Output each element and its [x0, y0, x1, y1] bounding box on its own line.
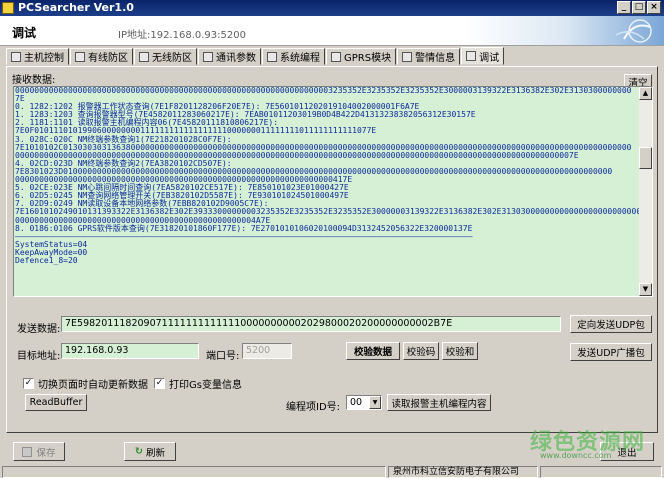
scroll-down-icon[interactable]: ▼ — [639, 283, 652, 296]
tab-host-control[interactable]: 主机控制 — [6, 48, 69, 65]
wireless-zone-icon — [139, 51, 149, 62]
chevron-down-icon[interactable]: ▼ — [369, 396, 381, 409]
status-cell-extra — [540, 466, 662, 478]
tab-wireless-zone[interactable]: 无线防区 — [134, 48, 197, 65]
send-udp-button[interactable]: 定向发送UDP包 — [570, 315, 652, 333]
tab-debug[interactable]: 调试 — [461, 47, 505, 65]
tab-wired-zone[interactable]: 有线防区 — [70, 48, 133, 65]
watermark-sub-text: www.downcc.com — [540, 451, 612, 460]
port-label: 端口号: — [206, 351, 240, 362]
comm-param-icon — [203, 51, 213, 62]
scroll-thumb[interactable] — [639, 147, 652, 169]
tab-comm-params[interactable]: 通讯参数 — [198, 48, 261, 65]
ip-address-label: IP地址:192.168.0.93:5200 — [118, 30, 246, 41]
read-buffer-button[interactable]: ReadBuffer — [25, 394, 87, 411]
system-program-icon — [267, 51, 277, 62]
receive-line: SystemStatus=04 — [15, 239, 88, 249]
program-id-select[interactable]: 00 ▼ — [346, 395, 382, 410]
target-address-input[interactable]: 192.168.0.93 — [61, 343, 199, 359]
status-company: 泉州市科立信安防电子有限公司 — [388, 466, 538, 478]
receive-textarea[interactable]: 0000000000000000000000000000000000000000… — [13, 86, 653, 297]
alarm-info-icon — [402, 51, 413, 62]
logo-icon — [615, 19, 652, 43]
send-data-input[interactable]: 7E59820111820907111111111111100000000002… — [61, 316, 561, 332]
target-address-label: 目标地址: — [17, 351, 61, 362]
print-gs-check-icon: ✓ — [154, 378, 165, 389]
print-gs-label: 打印Gs变量信息 — [169, 380, 242, 391]
receive-text: 0000000000000000000000000000000000000000… — [15, 87, 639, 296]
maximize-icon[interactable]: □ — [632, 1, 646, 14]
page-header: 调试 IP地址:192.168.0.93:5200 — [0, 16, 664, 46]
program-id-value: 00 — [350, 397, 363, 408]
tab-gprs-module[interactable]: GPRS模块 — [326, 48, 397, 65]
gear-icon — [466, 51, 477, 61]
auto-update-check-icon: ✓ — [23, 378, 34, 389]
scroll-up-icon[interactable]: ▲ — [639, 87, 652, 100]
send-broadcast-button[interactable]: 发送UDP广播包 — [570, 343, 652, 361]
print-gs-checkbox[interactable]: ✓ 打印Gs变量信息 — [154, 376, 242, 391]
read-program-button[interactable]: 读取报警主机编程内容 — [387, 394, 491, 411]
gprs-icon — [331, 51, 341, 62]
auto-update-checkbox[interactable]: ✓ 切换页面时自动更新数据 — [23, 376, 148, 391]
save-icon — [22, 446, 33, 457]
receive-line: KeepAwayMode=00 — [15, 247, 88, 257]
port-input[interactable]: 5200 — [242, 343, 292, 359]
receive-line: 0000000000000000000000000000000000000000… — [15, 87, 632, 95]
minimize-icon[interactable]: _ — [617, 1, 631, 14]
page-title: 调试 — [12, 26, 37, 40]
check-data-button[interactable]: 校验数据 — [346, 342, 400, 360]
refresh-button[interactable]: ↻ 刷新 — [124, 442, 176, 461]
receive-line: Defence1_8=20 — [15, 255, 78, 265]
checksum-sum-button[interactable]: 校验和 — [442, 342, 478, 360]
auto-update-label: 切换页面时自动更新数据 — [38, 380, 148, 391]
send-label: 发送数据: — [17, 324, 61, 335]
host-icon — [11, 51, 21, 62]
app-icon — [2, 2, 14, 14]
status-bar: 泉州市科立信安防电子有限公司 — [0, 466, 664, 478]
receive-line: ————————————————————————————————————————… — [15, 231, 473, 241]
checksum-code-button[interactable]: 校验码 — [403, 342, 439, 360]
status-cell-empty — [2, 466, 386, 478]
receive-scrollbar[interactable]: ▲ ▼ — [639, 87, 652, 296]
tab-alarm-info[interactable]: 警情信息 — [397, 48, 461, 65]
refresh-icon: ↻ — [135, 446, 143, 457]
wired-zone-icon — [75, 51, 85, 62]
tab-bar: 主机控制 有线防区 无线防区 通讯参数 系统编程 GPRS模块 警情信息 调试 — [6, 47, 505, 66]
receive-label: 接收数据: — [12, 75, 56, 86]
save-button[interactable]: 保存 — [13, 442, 65, 461]
title-bar: PCSearcher Ver1.0 _ □ × — [0, 0, 664, 16]
close-icon[interactable]: × — [647, 1, 661, 14]
program-id-label: 编程项ID号: — [286, 402, 341, 413]
window-title: PCSearcher Ver1.0 — [18, 1, 134, 14]
tab-system-program[interactable]: 系统编程 — [262, 48, 325, 65]
